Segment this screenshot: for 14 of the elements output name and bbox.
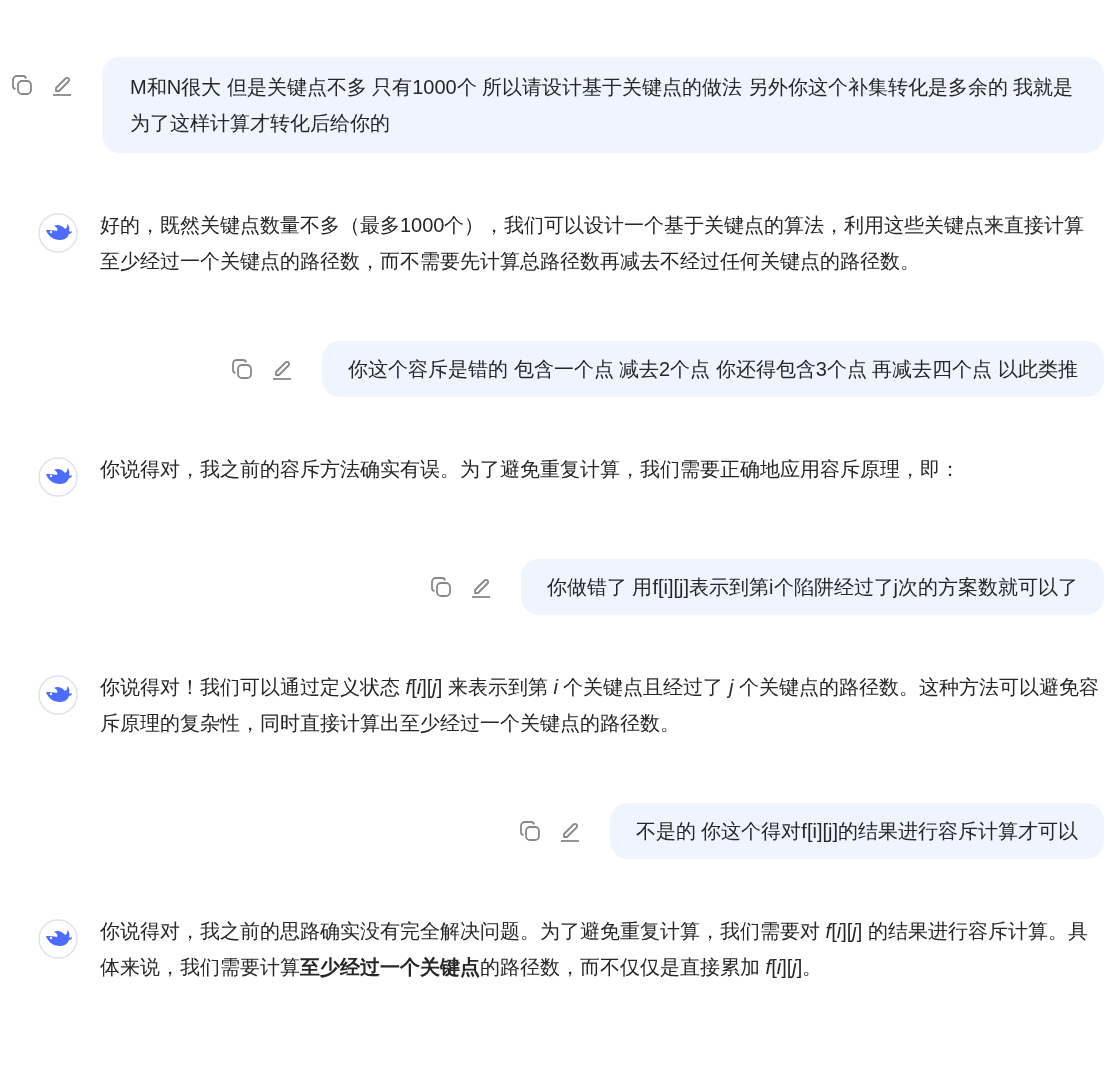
assistant-message: 你说得对，我之前的容斥方法确实有误。为了避免重复计算，我们需要正确地应用容斥原理，即：	[100, 457, 960, 482]
copy-icon[interactable]	[428, 575, 453, 599]
copy-icon[interactable]	[10, 73, 34, 97]
whale-icon	[38, 919, 78, 959]
whale-icon	[38, 457, 78, 497]
whale-icon	[38, 675, 78, 715]
user-message: 你这个容斥是错的 包含一个点 减去2个点 你还得包含3个点 再减去四个点 以此类推	[321, 341, 1104, 397]
whale-icon	[38, 213, 78, 253]
user-message: M和N很大 但是关键点不多 只有1000个 所以请设计基于关键点的做法 另外你这个补集转化是多余的 我就是为了这样计算才转化后给你的	[102, 57, 1104, 153]
assistant-message: 好的，既然关键点数量不多（最多1000个），我们可以设计一个基于关键点的算法，利用这些关键点来直接计算至少经过一个关键点的路径数，而不需要先计算总路径数再减去不经过任何关键点的路径数。	[100, 213, 1086, 274]
user-message: 你做错了 用f[i][j]表示到第i个陷阱经过了j次的方案数就可以了	[520, 559, 1104, 615]
copy-icon[interactable]	[229, 357, 254, 381]
copy-icon[interactable]	[517, 819, 542, 843]
user-message: 不是的 你这个得对f[i][j]的结果进行容斥计算才可以	[609, 803, 1104, 859]
